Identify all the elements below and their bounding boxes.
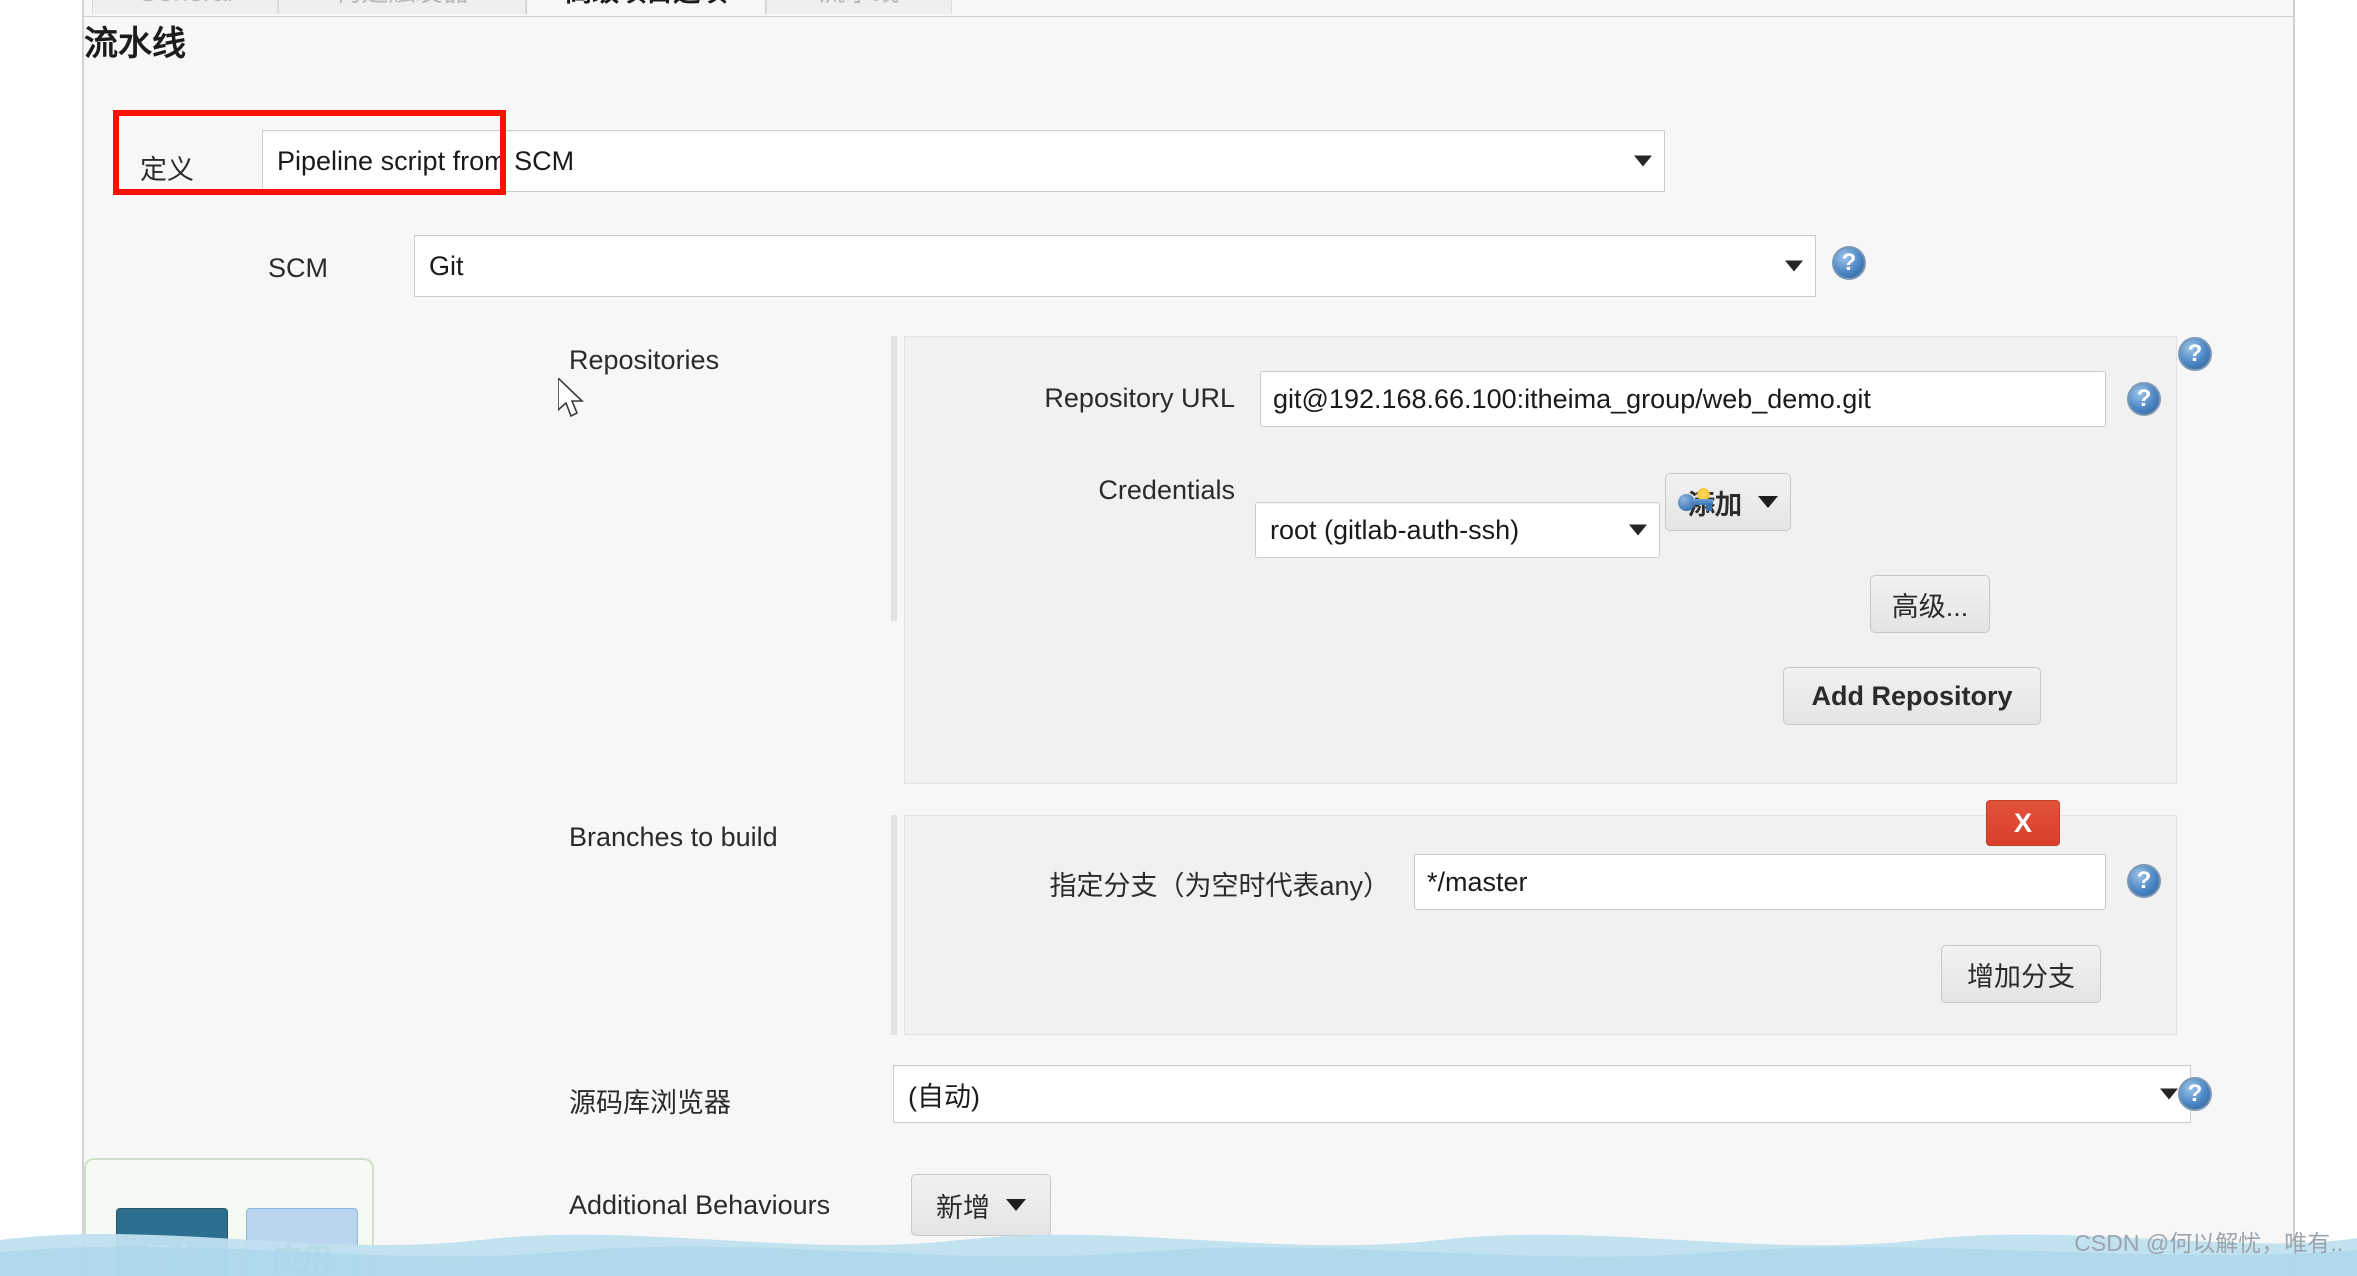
apply-button[interactable]: 应用 <box>246 1208 358 1276</box>
scm-row: SCM Git ? <box>84 235 2293 305</box>
tab-build-triggers[interactable]: 构建触发器 <box>278 0 526 14</box>
repository-browser-select[interactable]: (自动) <box>893 1065 2191 1123</box>
definition-row: 定义 Pipeline script from SCM <box>84 130 2293 200</box>
branch-specifier-label: 指定分支（为空时代表any） <box>895 864 1390 903</box>
repository-browser-value: (自动) <box>908 1081 980 1112</box>
branches-box: 指定分支（为空时代表any） */master ? 增加分支 <box>904 815 2177 1035</box>
credentials-select-value: root (gitlab-auth-ssh) <box>1270 514 1520 545</box>
scm-select-value: Git <box>429 250 464 281</box>
branches-box-accent <box>891 815 897 1035</box>
help-icon-glyph: ? <box>2136 385 2152 412</box>
additional-behaviours-add-button[interactable]: 新增 <box>911 1174 1051 1236</box>
repository-url-label: Repository URL <box>895 383 1235 414</box>
branch-specifier-value: */master <box>1427 866 1528 897</box>
chevron-down-icon <box>1634 155 1652 167</box>
scm-label: SCM <box>176 253 328 284</box>
branches-label-text: Branches to build <box>569 822 778 852</box>
repository-url-label-text: Repository URL <box>1044 383 1235 413</box>
additional-behaviours-row: Additional Behaviours 新增 <box>84 1170 2293 1250</box>
scm-select[interactable]: Git <box>414 235 1816 297</box>
csdn-watermark: CSDN @何以解忧，唯有.. <box>2074 1224 2343 1258</box>
add-branch-button[interactable]: 增加分支 <box>1941 945 2101 1003</box>
pipeline-config-panel: General 构建触发器 高级项目选项 流水线 流水线 定义 Pipeline… <box>82 0 2295 1276</box>
chevron-down-icon <box>1006 1199 1026 1211</box>
definition-label: 定义 <box>114 148 194 187</box>
tab-general-label: General <box>137 0 233 7</box>
chevron-down-icon <box>1758 496 1778 508</box>
repository-browser-row: 源码库浏览器 (自动) ? <box>84 1065 2293 1135</box>
branch-specifier-help-icon[interactable]: ? <box>2127 864 2161 898</box>
scm-label-text: SCM <box>268 253 328 283</box>
credentials-select[interactable]: root (gitlab-auth-ssh) <box>1255 502 1660 558</box>
screen-root: General 构建触发器 高级项目选项 流水线 流水线 定义 Pipeline… <box>0 0 2357 1276</box>
repositories-box: Repository URL git@192.168.66.100:itheim… <box>904 336 2177 784</box>
tab-advanced-project-options-label: 高级项目选项 <box>565 0 727 7</box>
definition-label-text: 定义 <box>140 155 194 185</box>
additional-behaviours-label-text: Additional Behaviours <box>569 1190 831 1220</box>
help-icon-glyph: ? <box>2187 340 2203 367</box>
repository-browser-label: 源码库浏览器 <box>569 1081 909 1120</box>
apply-button-label: 应用 <box>272 1244 332 1276</box>
save-button-label: 保存 <box>142 1244 202 1276</box>
tab-pipeline-label: 流水线 <box>819 0 900 7</box>
page-title: 流水线 <box>84 16 2293 63</box>
config-tab-bar: General 构建触发器 高级项目选项 流水线 <box>84 0 2293 17</box>
mouse-cursor <box>558 378 584 418</box>
definition-select[interactable]: Pipeline script from SCM <box>262 130 1665 192</box>
repositories-label: Repositories <box>569 345 899 376</box>
save-action-bar: 保存 应用 <box>84 1158 374 1276</box>
chevron-down-icon <box>1785 260 1803 272</box>
page-title-text: 流水线 <box>84 25 186 63</box>
scm-help-icon[interactable]: ? <box>1832 246 1866 280</box>
add-repository-button-label: Add Repository <box>1811 680 2013 711</box>
repositories-label-text: Repositories <box>569 345 720 375</box>
repository-url-help-icon[interactable]: ? <box>2127 382 2161 416</box>
repository-url-value: git@192.168.66.100:itheima_group/web_dem… <box>1273 383 1871 414</box>
add-branch-button-label: 增加分支 <box>1967 961 2075 992</box>
credentials-label-text: Credentials <box>1098 475 1235 505</box>
repository-browser-label-text: 源码库浏览器 <box>569 1088 731 1118</box>
tab-advanced-project-options[interactable]: 高级项目选项 <box>526 0 766 14</box>
add-repository-button[interactable]: Add Repository <box>1783 667 2041 725</box>
tab-pipeline[interactable]: 流水线 <box>766 0 952 14</box>
add-credentials-button[interactable]: 添加 <box>1665 473 1791 531</box>
delete-branch-button-label: X <box>2013 807 2032 838</box>
chevron-down-icon <box>1629 524 1647 536</box>
credentials-label: Credentials <box>895 475 1235 506</box>
help-icon-glyph: ? <box>2136 867 2152 894</box>
chevron-down-icon <box>2160 1088 2178 1100</box>
advanced-button[interactable]: 高级... <box>1870 575 1990 633</box>
additional-behaviours-add-label: 新增 <box>936 1192 990 1223</box>
repositories-help-icon[interactable]: ? <box>2178 337 2212 371</box>
branch-specifier-input[interactable]: */master <box>1414 854 2106 910</box>
advanced-button-label: 高级... <box>1891 591 1969 622</box>
branch-specifier-label-text: 指定分支（为空时代表any） <box>1049 871 1390 901</box>
delete-branch-button[interactable]: X <box>1986 800 2060 846</box>
repository-browser-help-icon[interactable]: ? <box>2178 1077 2212 1111</box>
tab-build-triggers-label: 构建触发器 <box>335 0 470 7</box>
save-button[interactable]: 保存 <box>116 1208 228 1276</box>
definition-select-value: Pipeline script from SCM <box>277 145 575 176</box>
help-icon-glyph: ? <box>2187 1080 2203 1107</box>
csdn-watermark-text: CSDN @何以解忧，唯有.. <box>2074 1230 2343 1256</box>
tab-general[interactable]: General <box>92 0 278 14</box>
repository-url-input[interactable]: git@192.168.66.100:itheima_group/web_dem… <box>1260 371 2106 427</box>
help-icon-glyph: ? <box>1841 249 1857 276</box>
